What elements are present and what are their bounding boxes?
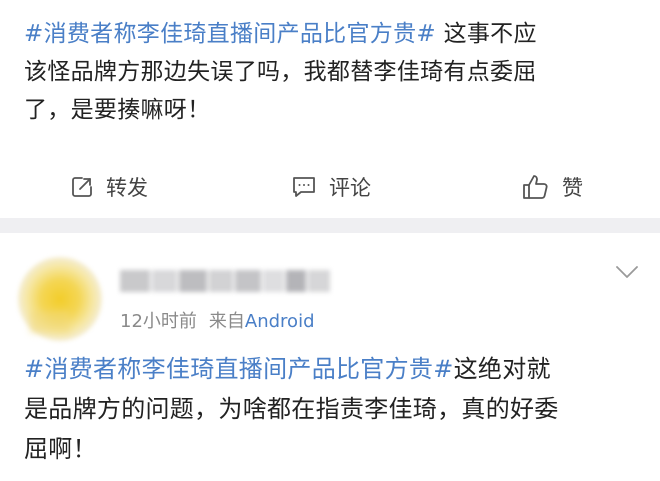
post-2-text-line3: 屈啊！ — [24, 435, 97, 463]
comment-button[interactable]: 评论 — [291, 156, 371, 218]
repost-label: 转发 — [106, 176, 148, 200]
post-2-meta: 12小时前 来自Android — [120, 307, 315, 333]
post-divider — [0, 218, 660, 233]
post-1-action-bar: 转发 评论 赞 — [0, 156, 660, 218]
source-prefix: 来自 — [208, 311, 245, 332]
post-source: 来自Android — [209, 307, 315, 333]
avatar[interactable] — [18, 257, 102, 341]
more-options-button[interactable] — [614, 261, 640, 283]
post-1-text-line3: 了，是要揍嘛呀！ — [24, 97, 211, 123]
post-1-text-line2: 该怪品牌方那边失误了吗，我都替李佳琦有点委屈 — [24, 59, 537, 85]
weibo-post-1: #消费者称李佳琦直播间产品比官方贵# 这事不应 该怪品牌方那边失误了吗，我都替李… — [0, 0, 660, 218]
chevron-down-icon — [614, 266, 640, 287]
post-1-text-line1: 这事不应 — [435, 21, 537, 47]
post-2-text-line2: 是品牌方的问题，为啥都在指责李佳琦，真的好委 — [24, 395, 559, 423]
thumbs-up-icon — [522, 174, 550, 200]
like-button[interactable]: 赞 — [522, 156, 583, 218]
post-2-body: #消费者称李佳琦直播间产品比官方贵#这绝对就 是品牌方的问题，为啥都在指责李佳琦… — [24, 349, 640, 469]
post-2-hashtag[interactable]: #消费者称李佳琦直播间产品比官方贵# — [24, 355, 454, 383]
like-label: 赞 — [562, 176, 583, 200]
source-app[interactable]: Android — [245, 311, 315, 332]
post-1-body: #消费者称李佳琦直播间产品比官方贵# 这事不应 该怪品牌方那边失误了吗，我都替李… — [24, 15, 640, 129]
comment-label: 评论 — [329, 176, 371, 200]
username-blurred[interactable] — [120, 270, 330, 292]
weibo-post-2: 12小时前 来自Android #消费者称李佳琦直播间产品比官方贵#这绝对就 是… — [0, 233, 660, 481]
comment-bubble-icon — [291, 175, 317, 199]
post-1-hashtag[interactable]: #消费者称李佳琦直播间产品比官方贵# — [24, 21, 436, 47]
repost-button[interactable]: 转发 — [70, 156, 148, 218]
post-2-text-line1: 这绝对就 — [453, 355, 551, 383]
post-time: 12小时前 — [120, 311, 197, 332]
edit-square-icon — [70, 175, 94, 199]
